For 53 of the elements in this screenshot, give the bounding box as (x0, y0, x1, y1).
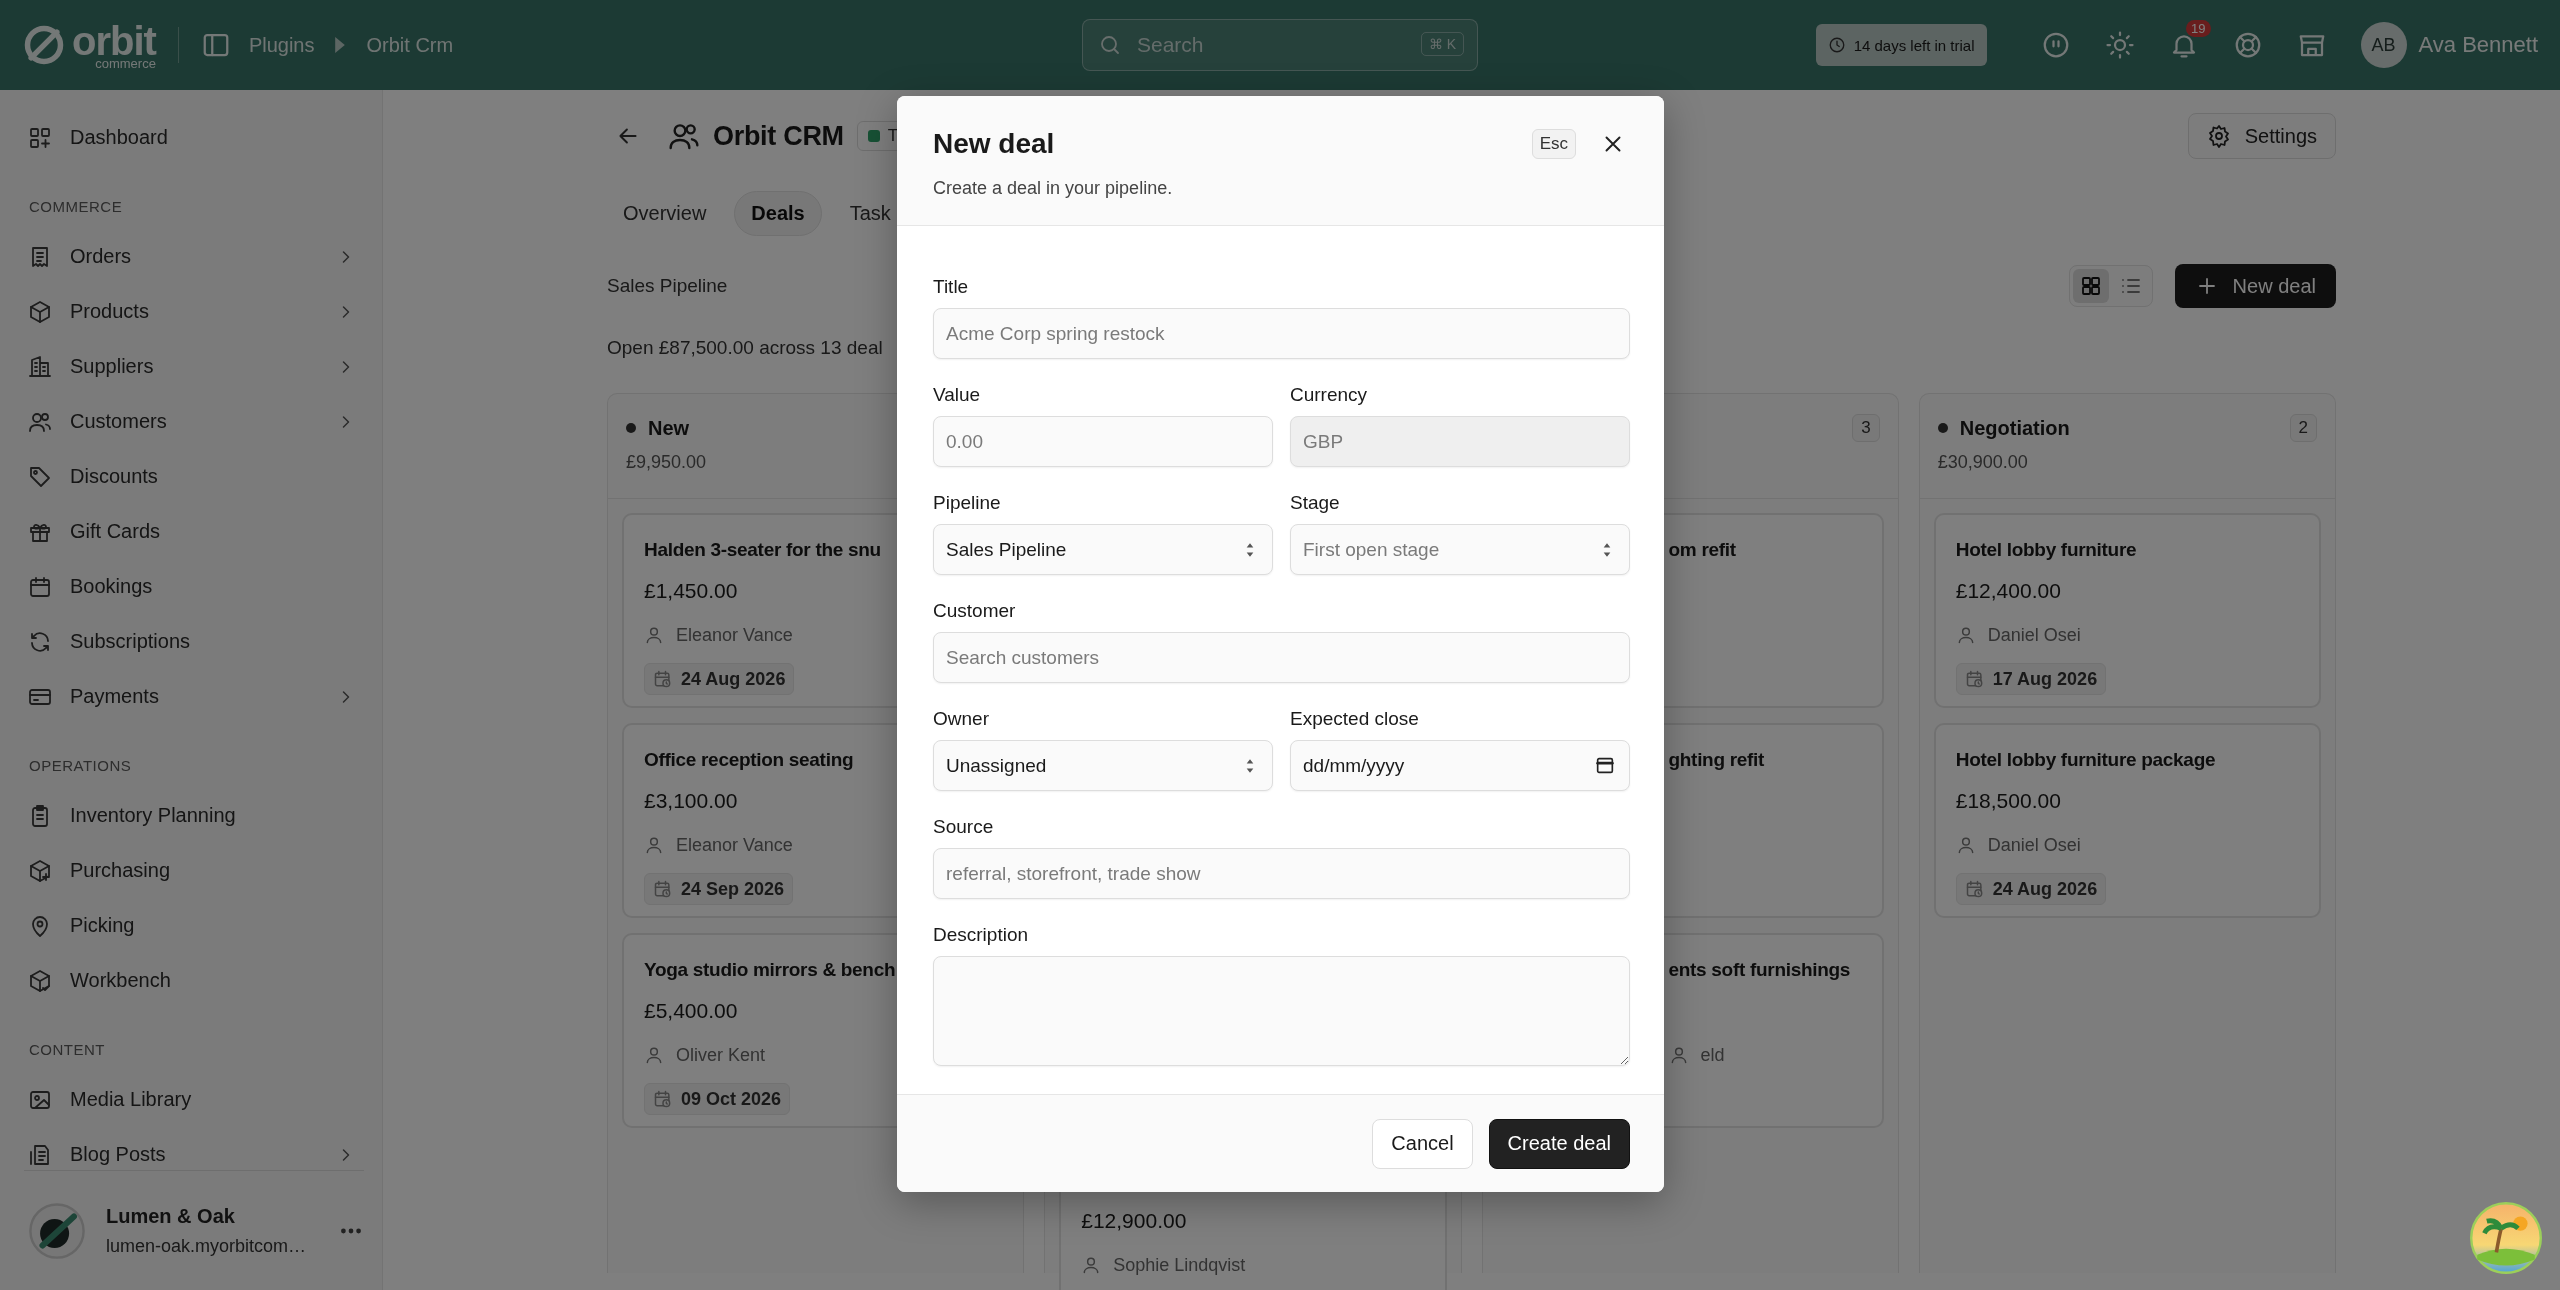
store-domain: lumen-oak.myorbitcom… (106, 1235, 308, 1257)
owner-name: Eleanor Vance (676, 834, 793, 856)
dialog-subtitle: Create a deal in your pipeline. (933, 178, 1174, 199)
close-date-badge: 24 Aug 2026 (1955, 873, 2107, 905)
deal-title: ghting refit (1668, 749, 1765, 772)
deal-title: Hotel lobby furniture (1955, 539, 2137, 562)
pipeline-summary: Open £87,500.00 across 13 deal (607, 337, 884, 360)
escape-hint: Esc (1531, 129, 1576, 159)
deal-title: Halden 3-seater for the snu (644, 539, 881, 562)
field-label: Source (933, 816, 995, 838)
deal-title: Office reception seating (644, 749, 854, 772)
deal-value: £1,450.00 (644, 579, 738, 604)
owner-name: Eleanor Vance (676, 624, 793, 646)
owner-name: eld (1700, 1044, 1725, 1066)
deal-value: £12,900.00 (1081, 1209, 1187, 1234)
close-date-badge: 24 Sep 2026 (644, 873, 794, 905)
deal-count: 2 (2289, 414, 2317, 442)
shortcut-hint: ⌘ K (1420, 32, 1464, 56)
field-label: Stage (1290, 492, 1341, 514)
trial-text: 14 days left in trial (1853, 36, 1975, 54)
close-date-badge: 09 Oct 2026 (644, 1083, 791, 1115)
deal-count: 3 (1852, 414, 1880, 442)
page-title: Orbit CRM (713, 120, 844, 152)
field-label: Value (933, 384, 982, 406)
owner-name: Daniel Osei (1987, 834, 2081, 856)
owner-name: Daniel Osei (1987, 624, 2081, 646)
field-label: Pipeline (933, 492, 1002, 514)
stage-name: Negotiation (1959, 416, 2070, 440)
deal-title: Yoga studio mirrors & bench (644, 959, 896, 982)
deal-title: ents soft furnishings (1668, 959, 1851, 982)
deal-title: Hotel lobby furniture package (1955, 749, 2216, 772)
deal-value: £12,400.00 (1955, 579, 2061, 604)
section-heading: CONTENT (29, 1041, 106, 1058)
deal-value: £18,500.00 (1955, 789, 2061, 814)
stage-total: £30,900.00 (1937, 452, 2029, 474)
close-date-badge: 24 Aug 2026 (644, 663, 795, 695)
stage-total: £9,950.00 (626, 452, 708, 474)
owner-name: Sophie Lindqvist (1113, 1254, 1246, 1276)
deal-title: om refit (1668, 539, 1736, 562)
field-label: Title (933, 276, 970, 298)
stage-name: New (648, 416, 690, 440)
field-label: Currency (1290, 384, 1369, 406)
notification-count: 19 (2186, 20, 2211, 37)
store-name: Lumen & Oak (106, 1204, 236, 1228)
section-heading: OPERATIONS (29, 757, 133, 774)
section-heading: COMMERCE (29, 198, 124, 215)
pipeline-name: Sales Pipeline (607, 275, 728, 297)
deal-value: £3,100.00 (644, 789, 738, 814)
dialog-title: New deal (933, 128, 1055, 160)
owner-name: Oliver Kent (676, 1044, 766, 1066)
field-label: Expected close (1290, 708, 1420, 730)
close-date-badge: 17 Aug 2026 (1955, 663, 2107, 695)
deal-value: £5,400.00 (644, 999, 738, 1024)
